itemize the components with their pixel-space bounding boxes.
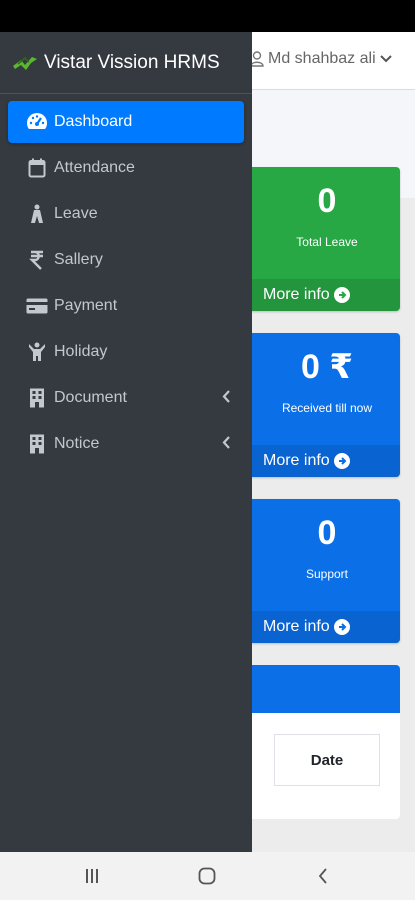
total-leave-label: Total Leave xyxy=(296,235,358,249)
received-more-info-link[interactable]: More info xyxy=(244,445,400,477)
building-icon xyxy=(26,387,48,409)
sidebar-item-dashboard[interactable]: Dashboard xyxy=(8,101,244,143)
more-info-label: More info xyxy=(263,618,330,635)
holiday-person-icon xyxy=(26,341,48,363)
user-name: Md shahbaz ali xyxy=(268,50,376,67)
sidebar-item-notice[interactable]: Notice xyxy=(8,423,244,465)
total-leave-more-info-link[interactable]: More info xyxy=(244,279,400,311)
arrow-circle-right-icon xyxy=(333,619,350,635)
more-info-label: More info xyxy=(263,452,330,469)
sidebar-item-label: Payment xyxy=(54,297,118,314)
tachometer-icon xyxy=(26,111,48,133)
sidebar-item-label: Leave xyxy=(54,205,98,222)
sidebar-item-label: Attendance xyxy=(54,159,135,176)
back-button[interactable] xyxy=(308,866,338,886)
arrow-circle-right-icon xyxy=(333,453,350,469)
home-icon xyxy=(198,867,216,885)
sidebar-item-label: Sallery xyxy=(54,251,103,268)
total-leave-box: 0 Total Leave More info xyxy=(244,167,400,311)
sidebar-item-label: Document xyxy=(54,389,127,406)
user-icon xyxy=(250,51,264,67)
brand-logo-icon xyxy=(13,56,37,70)
table-header-date: Date xyxy=(274,734,380,786)
brand-link[interactable]: Vistar Vission HRMS xyxy=(0,32,252,94)
support-label: Support xyxy=(305,567,349,581)
chevron-left-icon xyxy=(222,436,230,449)
sidebar-item-leave[interactable]: Leave xyxy=(8,193,244,235)
sidebar-item-label: Dashboard xyxy=(54,113,133,130)
table-card-header xyxy=(244,665,400,713)
status-bar xyxy=(0,0,415,32)
sidebar-nav: Dashboard Attendance Leave Sallery Payme… xyxy=(0,94,252,465)
sidebar-item-document[interactable]: Document xyxy=(8,377,244,419)
calendar-icon xyxy=(26,157,48,179)
recent-apps-icon xyxy=(86,869,98,883)
recent-apps-button[interactable] xyxy=(77,866,107,886)
support-value: 0 xyxy=(317,514,337,552)
sidebar-item-label: Notice xyxy=(54,435,100,452)
received-label: Received till now xyxy=(281,401,373,415)
rupee-icon xyxy=(26,249,48,271)
received-value: 0 ₹ xyxy=(300,348,353,386)
sidebar-item-holiday[interactable]: Holiday xyxy=(8,331,244,373)
sidebar-item-label: Holiday xyxy=(54,343,108,360)
road-icon xyxy=(26,203,48,225)
received-box: 0 ₹ Received till now More info xyxy=(244,333,400,477)
user-menu[interactable]: Md shahbaz ali xyxy=(250,50,396,68)
chevron-left-icon xyxy=(222,390,230,403)
support-more-info-link[interactable]: More info xyxy=(244,611,400,643)
android-navigation-bar xyxy=(0,852,415,900)
sidebar-item-attendance[interactable]: Attendance xyxy=(8,147,244,189)
table-card: Date xyxy=(244,665,400,819)
home-button[interactable] xyxy=(192,866,222,886)
building-icon xyxy=(26,433,48,455)
brand-text: Vistar Vission HRMS xyxy=(44,51,220,73)
chevron-down-icon xyxy=(379,55,392,63)
sidebar-item-sallery[interactable]: Sallery xyxy=(8,239,244,281)
arrow-circle-right-icon xyxy=(333,287,350,303)
sidebar: Vistar Vission HRMS Dashboard Attendance… xyxy=(0,32,252,852)
back-icon xyxy=(318,868,327,884)
sidebar-item-payment[interactable]: Payment xyxy=(8,285,244,327)
support-box: 0 Support More info xyxy=(244,499,400,643)
more-info-label: More info xyxy=(263,286,330,303)
credit-card-icon xyxy=(26,295,48,317)
total-leave-value: 0 xyxy=(317,182,337,220)
